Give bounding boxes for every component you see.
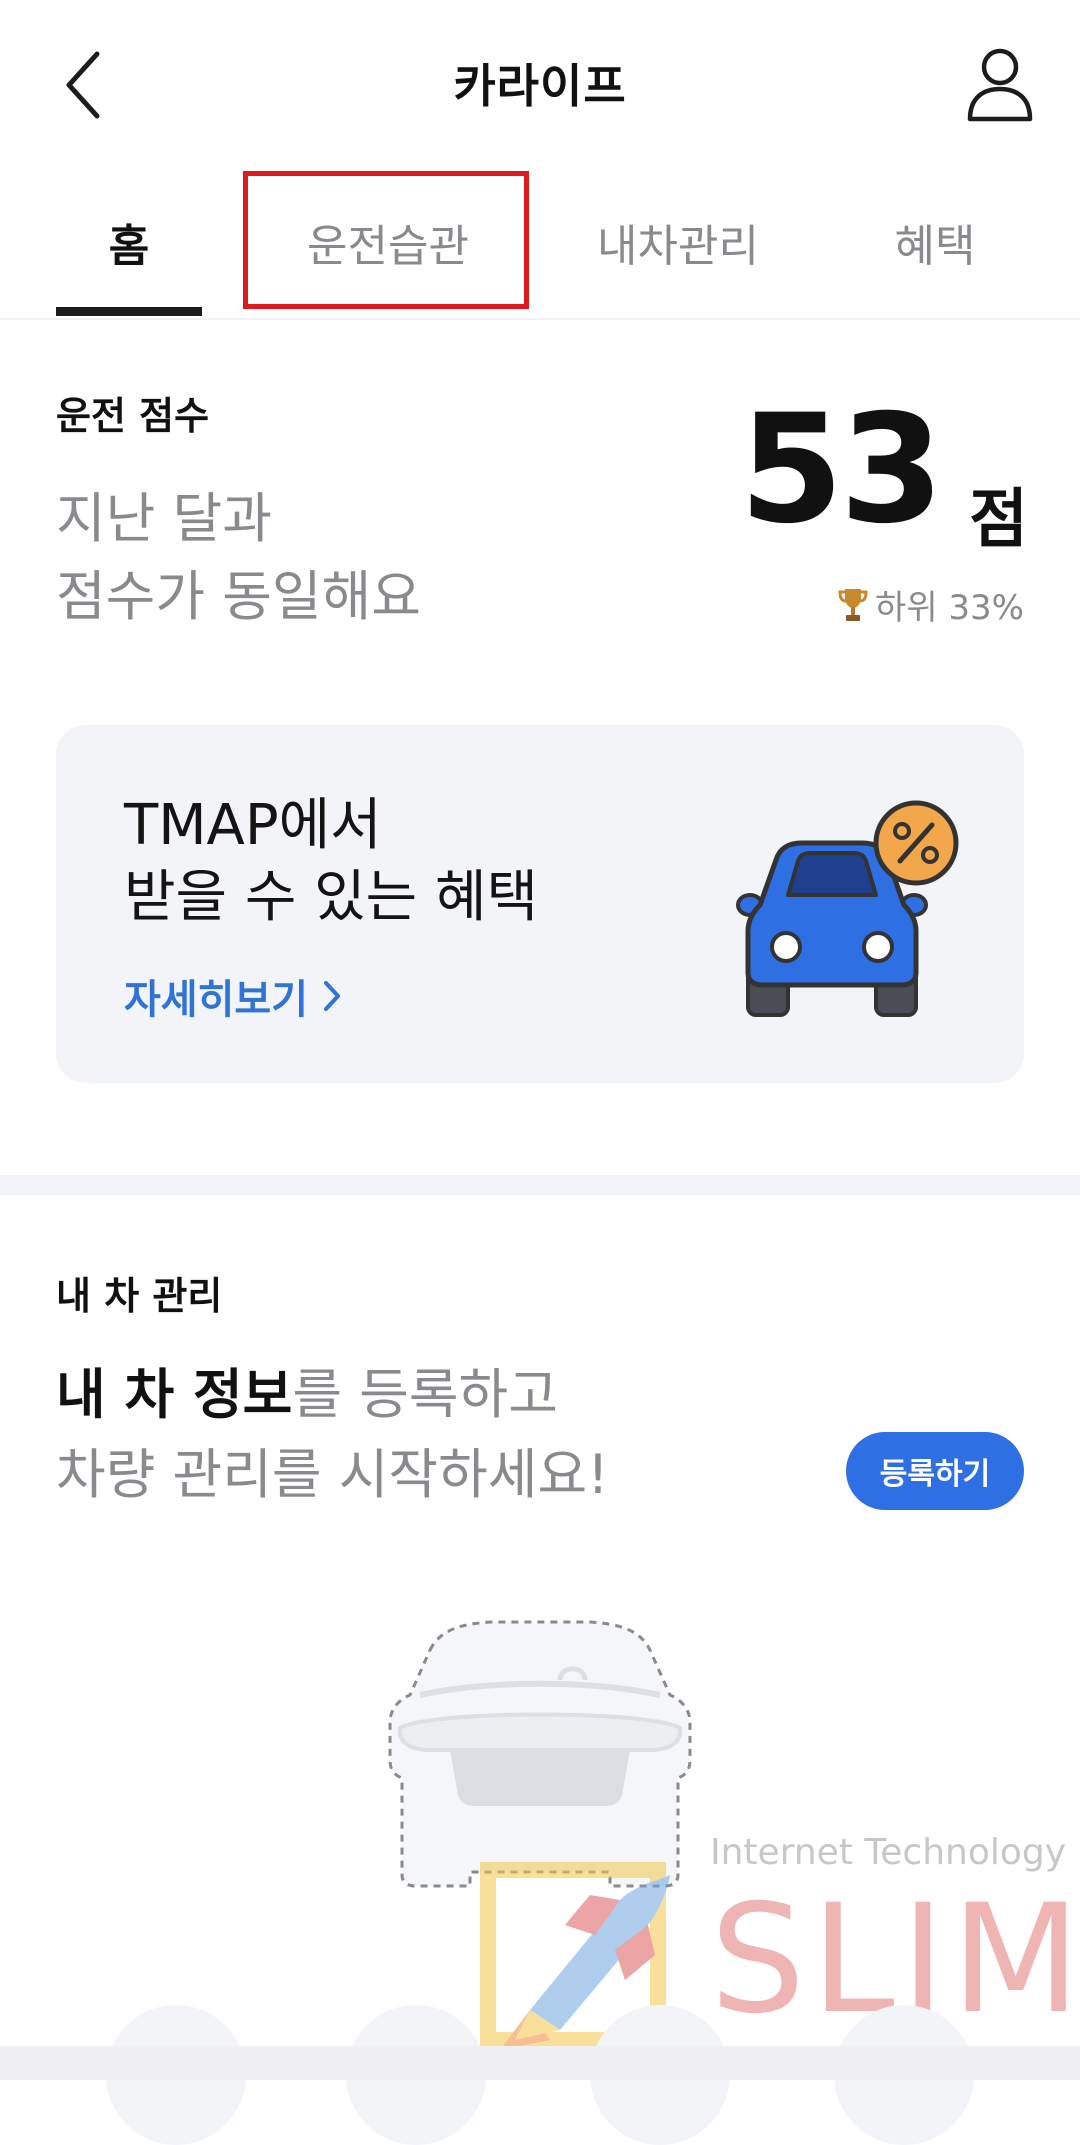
watermark: Internet Technology SLIM bbox=[470, 1830, 1080, 2060]
tab-my-car[interactable]: 내차관리 bbox=[540, 165, 816, 318]
score-section-label: 운전 점수 bbox=[56, 394, 210, 438]
score-message-line2: 점수가 동일해요 bbox=[56, 565, 421, 628]
highlight-box bbox=[243, 171, 529, 309]
profile-button[interactable] bbox=[960, 40, 1040, 130]
score-rank: 하위 33% bbox=[837, 580, 1024, 629]
tab-home[interactable]: 홈 bbox=[56, 165, 202, 318]
score-message-line1: 지난 달과 bbox=[56, 487, 272, 550]
score-value: 53 bbox=[739, 383, 944, 557]
tab-bar: 홈 운전습관 내차관리 혜택 bbox=[0, 165, 1080, 320]
system-navigation-bar bbox=[0, 2046, 1080, 2080]
view-details-label: 자세히보기 bbox=[124, 977, 308, 1023]
user-icon bbox=[967, 48, 1033, 122]
chevron-right-icon bbox=[324, 981, 340, 1011]
score-message: 지난 달과 점수가 동일해요 bbox=[56, 480, 421, 636]
benefit-title: TMAP에서 받을 수 있는 혜택 bbox=[124, 790, 538, 934]
mycar-message-line1: 내 차 정보를 등록하고 bbox=[56, 1355, 609, 1435]
page-title: 카라이프 bbox=[453, 59, 627, 113]
mycar-message-strong: 내 차 정보 bbox=[56, 1363, 293, 1426]
benefit-title-line1: TMAP에서 bbox=[124, 793, 382, 858]
mycar-message-line2: 차량 관리를 시작하세요! bbox=[56, 1443, 609, 1506]
tab-active-indicator bbox=[56, 307, 202, 316]
tab-benefits[interactable]: 혜택 bbox=[840, 165, 1030, 318]
mycar-message-rest: 를 등록하고 bbox=[292, 1363, 558, 1426]
trophy-icon bbox=[838, 588, 868, 621]
app-header: 카라이프 bbox=[0, 0, 1080, 165]
watermark-caption: Internet Technology bbox=[710, 1832, 1067, 1873]
benefit-card[interactable]: TMAP에서 받을 수 있는 혜택 자세히보기 bbox=[56, 725, 1024, 1083]
register-button[interactable]: 등록하기 bbox=[846, 1432, 1024, 1510]
car-discount-icon bbox=[736, 800, 959, 1017]
mycar-message: 내 차 정보를 등록하고 차량 관리를 시작하세요! bbox=[56, 1355, 609, 1515]
mycar-section-label: 내 차 관리 bbox=[56, 1274, 223, 1318]
score-unit: 점 bbox=[969, 483, 1028, 557]
benefit-title-line2: 받을 수 있는 혜택 bbox=[124, 865, 539, 930]
section-divider bbox=[0, 1175, 1080, 1195]
score-rank-text: 하위 33% bbox=[875, 588, 1024, 628]
view-details-link[interactable]: 자세히보기 bbox=[124, 967, 342, 1025]
